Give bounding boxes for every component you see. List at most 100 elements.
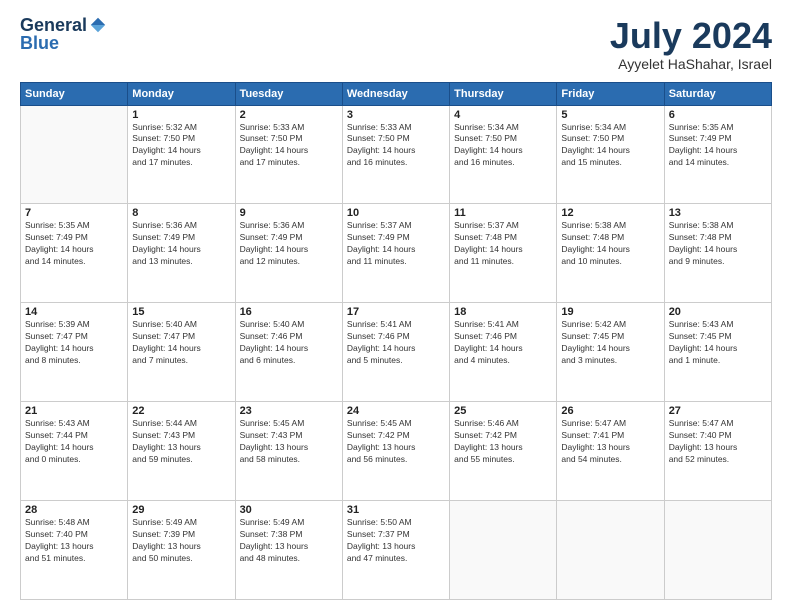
calendar-week-row: 28Sunrise: 5:48 AM Sunset: 7:40 PM Dayli… bbox=[21, 501, 772, 600]
day-info: Sunrise: 5:36 AM Sunset: 7:49 PM Dayligh… bbox=[132, 220, 230, 268]
calendar-cell: 25Sunrise: 5:46 AM Sunset: 7:42 PM Dayli… bbox=[450, 402, 557, 501]
day-number: 19 bbox=[561, 306, 659, 318]
calendar-cell: 7Sunrise: 5:35 AM Sunset: 7:49 PM Daylig… bbox=[21, 204, 128, 303]
day-info: Sunrise: 5:35 AM Sunset: 7:49 PM Dayligh… bbox=[669, 122, 767, 170]
day-info: Sunrise: 5:37 AM Sunset: 7:49 PM Dayligh… bbox=[347, 220, 445, 268]
day-number: 15 bbox=[132, 306, 230, 318]
calendar-cell: 2Sunrise: 5:33 AM Sunset: 7:50 PM Daylig… bbox=[235, 105, 342, 204]
col-header-wednesday: Wednesday bbox=[342, 82, 449, 105]
day-number: 10 bbox=[347, 207, 445, 219]
day-number: 28 bbox=[25, 504, 123, 516]
day-info: Sunrise: 5:46 AM Sunset: 7:42 PM Dayligh… bbox=[454, 418, 552, 466]
day-number: 4 bbox=[454, 109, 552, 121]
calendar-cell: 30Sunrise: 5:49 AM Sunset: 7:38 PM Dayli… bbox=[235, 501, 342, 600]
calendar-cell bbox=[21, 105, 128, 204]
calendar-cell: 3Sunrise: 5:33 AM Sunset: 7:50 PM Daylig… bbox=[342, 105, 449, 204]
day-info: Sunrise: 5:35 AM Sunset: 7:49 PM Dayligh… bbox=[25, 220, 123, 268]
day-info: Sunrise: 5:34 AM Sunset: 7:50 PM Dayligh… bbox=[454, 122, 552, 170]
logo-blue: Blue bbox=[20, 34, 59, 52]
day-info: Sunrise: 5:45 AM Sunset: 7:42 PM Dayligh… bbox=[347, 418, 445, 466]
calendar-table: SundayMondayTuesdayWednesdayThursdayFrid… bbox=[20, 82, 772, 600]
day-info: Sunrise: 5:49 AM Sunset: 7:39 PM Dayligh… bbox=[132, 517, 230, 565]
col-header-monday: Monday bbox=[128, 82, 235, 105]
day-info: Sunrise: 5:43 AM Sunset: 7:45 PM Dayligh… bbox=[669, 319, 767, 367]
day-number: 25 bbox=[454, 405, 552, 417]
day-info: Sunrise: 5:45 AM Sunset: 7:43 PM Dayligh… bbox=[240, 418, 338, 466]
day-info: Sunrise: 5:40 AM Sunset: 7:47 PM Dayligh… bbox=[132, 319, 230, 367]
day-info: Sunrise: 5:50 AM Sunset: 7:37 PM Dayligh… bbox=[347, 517, 445, 565]
calendar-cell: 26Sunrise: 5:47 AM Sunset: 7:41 PM Dayli… bbox=[557, 402, 664, 501]
logo-general: General bbox=[20, 16, 87, 34]
logo-text: General bbox=[20, 16, 107, 34]
day-info: Sunrise: 5:33 AM Sunset: 7:50 PM Dayligh… bbox=[347, 122, 445, 170]
calendar-cell: 19Sunrise: 5:42 AM Sunset: 7:45 PM Dayli… bbox=[557, 303, 664, 402]
day-number: 11 bbox=[454, 207, 552, 219]
logo-icon bbox=[89, 16, 107, 34]
day-number: 7 bbox=[25, 207, 123, 219]
day-number: 29 bbox=[132, 504, 230, 516]
calendar-cell: 20Sunrise: 5:43 AM Sunset: 7:45 PM Dayli… bbox=[664, 303, 771, 402]
day-number: 22 bbox=[132, 405, 230, 417]
calendar-cell: 1Sunrise: 5:32 AM Sunset: 7:50 PM Daylig… bbox=[128, 105, 235, 204]
day-info: Sunrise: 5:36 AM Sunset: 7:49 PM Dayligh… bbox=[240, 220, 338, 268]
calendar-cell: 14Sunrise: 5:39 AM Sunset: 7:47 PM Dayli… bbox=[21, 303, 128, 402]
calendar-cell: 29Sunrise: 5:49 AM Sunset: 7:39 PM Dayli… bbox=[128, 501, 235, 600]
day-info: Sunrise: 5:48 AM Sunset: 7:40 PM Dayligh… bbox=[25, 517, 123, 565]
col-header-thursday: Thursday bbox=[450, 82, 557, 105]
calendar-cell: 28Sunrise: 5:48 AM Sunset: 7:40 PM Dayli… bbox=[21, 501, 128, 600]
day-info: Sunrise: 5:47 AM Sunset: 7:40 PM Dayligh… bbox=[669, 418, 767, 466]
day-number: 27 bbox=[669, 405, 767, 417]
header-right: July 2024 Ayyelet HaShahar, Israel bbox=[610, 16, 772, 72]
day-number: 3 bbox=[347, 109, 445, 121]
calendar-cell bbox=[664, 501, 771, 600]
day-number: 18 bbox=[454, 306, 552, 318]
day-info: Sunrise: 5:38 AM Sunset: 7:48 PM Dayligh… bbox=[561, 220, 659, 268]
col-header-sunday: Sunday bbox=[21, 82, 128, 105]
day-number: 20 bbox=[669, 306, 767, 318]
calendar-cell: 12Sunrise: 5:38 AM Sunset: 7:48 PM Dayli… bbox=[557, 204, 664, 303]
day-info: Sunrise: 5:33 AM Sunset: 7:50 PM Dayligh… bbox=[240, 122, 338, 170]
calendar-cell bbox=[557, 501, 664, 600]
calendar-cell: 18Sunrise: 5:41 AM Sunset: 7:46 PM Dayli… bbox=[450, 303, 557, 402]
day-number: 30 bbox=[240, 504, 338, 516]
page: General Blue July 2024 Ayyelet HaShahar,… bbox=[0, 0, 792, 612]
day-number: 2 bbox=[240, 109, 338, 121]
day-number: 8 bbox=[132, 207, 230, 219]
col-header-saturday: Saturday bbox=[664, 82, 771, 105]
day-number: 31 bbox=[347, 504, 445, 516]
day-info: Sunrise: 5:44 AM Sunset: 7:43 PM Dayligh… bbox=[132, 418, 230, 466]
calendar-cell bbox=[450, 501, 557, 600]
day-number: 5 bbox=[561, 109, 659, 121]
day-number: 16 bbox=[240, 306, 338, 318]
calendar-week-row: 1Sunrise: 5:32 AM Sunset: 7:50 PM Daylig… bbox=[21, 105, 772, 204]
calendar-cell: 13Sunrise: 5:38 AM Sunset: 7:48 PM Dayli… bbox=[664, 204, 771, 303]
location-subtitle: Ayyelet HaShahar, Israel bbox=[610, 56, 772, 72]
day-number: 13 bbox=[669, 207, 767, 219]
day-number: 17 bbox=[347, 306, 445, 318]
day-number: 9 bbox=[240, 207, 338, 219]
calendar-cell: 22Sunrise: 5:44 AM Sunset: 7:43 PM Dayli… bbox=[128, 402, 235, 501]
calendar-cell: 27Sunrise: 5:47 AM Sunset: 7:40 PM Dayli… bbox=[664, 402, 771, 501]
day-number: 24 bbox=[347, 405, 445, 417]
calendar-cell: 8Sunrise: 5:36 AM Sunset: 7:49 PM Daylig… bbox=[128, 204, 235, 303]
calendar-cell: 16Sunrise: 5:40 AM Sunset: 7:46 PM Dayli… bbox=[235, 303, 342, 402]
calendar-header-row: SundayMondayTuesdayWednesdayThursdayFrid… bbox=[21, 82, 772, 105]
day-number: 26 bbox=[561, 405, 659, 417]
calendar-cell: 4Sunrise: 5:34 AM Sunset: 7:50 PM Daylig… bbox=[450, 105, 557, 204]
calendar-cell: 11Sunrise: 5:37 AM Sunset: 7:48 PM Dayli… bbox=[450, 204, 557, 303]
calendar-week-row: 7Sunrise: 5:35 AM Sunset: 7:49 PM Daylig… bbox=[21, 204, 772, 303]
calendar-cell: 31Sunrise: 5:50 AM Sunset: 7:37 PM Dayli… bbox=[342, 501, 449, 600]
day-number: 6 bbox=[669, 109, 767, 121]
day-info: Sunrise: 5:39 AM Sunset: 7:47 PM Dayligh… bbox=[25, 319, 123, 367]
calendar-cell: 5Sunrise: 5:34 AM Sunset: 7:50 PM Daylig… bbox=[557, 105, 664, 204]
day-info: Sunrise: 5:41 AM Sunset: 7:46 PM Dayligh… bbox=[454, 319, 552, 367]
day-number: 23 bbox=[240, 405, 338, 417]
month-year-title: July 2024 bbox=[610, 16, 772, 56]
header: General Blue July 2024 Ayyelet HaShahar,… bbox=[20, 16, 772, 72]
calendar-week-row: 14Sunrise: 5:39 AM Sunset: 7:47 PM Dayli… bbox=[21, 303, 772, 402]
day-number: 14 bbox=[25, 306, 123, 318]
day-info: Sunrise: 5:43 AM Sunset: 7:44 PM Dayligh… bbox=[25, 418, 123, 466]
calendar-cell: 15Sunrise: 5:40 AM Sunset: 7:47 PM Dayli… bbox=[128, 303, 235, 402]
calendar-cell: 21Sunrise: 5:43 AM Sunset: 7:44 PM Dayli… bbox=[21, 402, 128, 501]
day-number: 1 bbox=[132, 109, 230, 121]
